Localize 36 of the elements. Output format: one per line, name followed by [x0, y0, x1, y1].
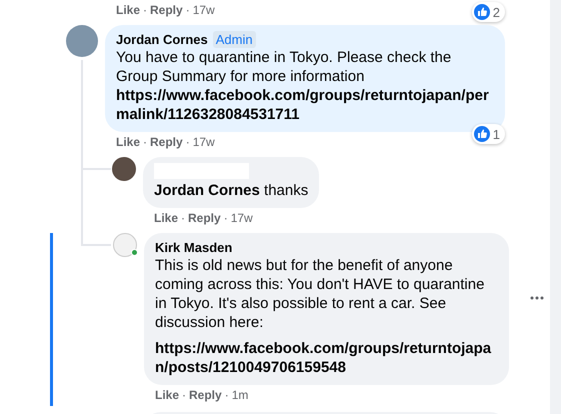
- separator-dot: ·: [186, 3, 190, 18]
- action-link[interactable]: Like: [116, 3, 140, 18]
- more-options-button[interactable]: [530, 296, 544, 300]
- timestamp[interactable]: 17w: [230, 211, 253, 226]
- action-link[interactable]: Like: [155, 388, 180, 403]
- like-reaction-badge[interactable]: 2: [472, 2, 505, 22]
- timestamp[interactable]: 1m: [232, 388, 248, 403]
- action-link[interactable]: Reply: [150, 135, 183, 150]
- admin-badge: Admin: [212, 31, 256, 48]
- separator-dot: ·: [143, 3, 148, 18]
- separator-dot: ·: [182, 388, 186, 403]
- separator-dot: ·: [224, 388, 229, 403]
- action-link[interactable]: Reply: [189, 388, 222, 403]
- separator-dot: ·: [181, 211, 186, 226]
- action-link[interactable]: Reply: [150, 3, 183, 18]
- timestamp[interactable]: 17w: [192, 3, 215, 18]
- timestamp[interactable]: 17w: [192, 135, 215, 150]
- action-link[interactable]: Like: [154, 211, 178, 226]
- separator-dot: ·: [224, 211, 228, 226]
- author-name[interactable]: Kirk Masden: [155, 239, 232, 256]
- comment-link[interactable]: https://www.facebook.com/groups/returntojapan/posts/1210049706159548: [155, 339, 498, 377]
- action-link[interactable]: Like: [116, 135, 140, 150]
- action-link[interactable]: Reply: [188, 211, 221, 226]
- reaction-count: 1: [492, 128, 500, 140]
- comment-text: This is old news but for the benefit of anyone coming across this: You don't HAVE to quarantine in Tokyo. It's also possible to rent a car. See discussion here:: [155, 256, 486, 332]
- more-icon: [530, 296, 544, 300]
- like-reaction-badge[interactable]: 1: [472, 124, 505, 144]
- thumbs-up-icon: [474, 126, 490, 142]
- avatar[interactable]: [112, 157, 136, 181]
- thumbs-up-icon: [474, 4, 490, 20]
- author-name[interactable]: Jordan Cornes: [116, 31, 208, 48]
- separator-dot: ·: [186, 135, 190, 150]
- comment-text: Jordan Cornes thanks: [154, 181, 308, 200]
- comment-link[interactable]: https://www.facebook.com/groups/returntojapan/permalink/1126328084531711: [116, 86, 494, 124]
- separator-dot: ·: [143, 135, 148, 150]
- reaction-count: 2: [492, 6, 500, 18]
